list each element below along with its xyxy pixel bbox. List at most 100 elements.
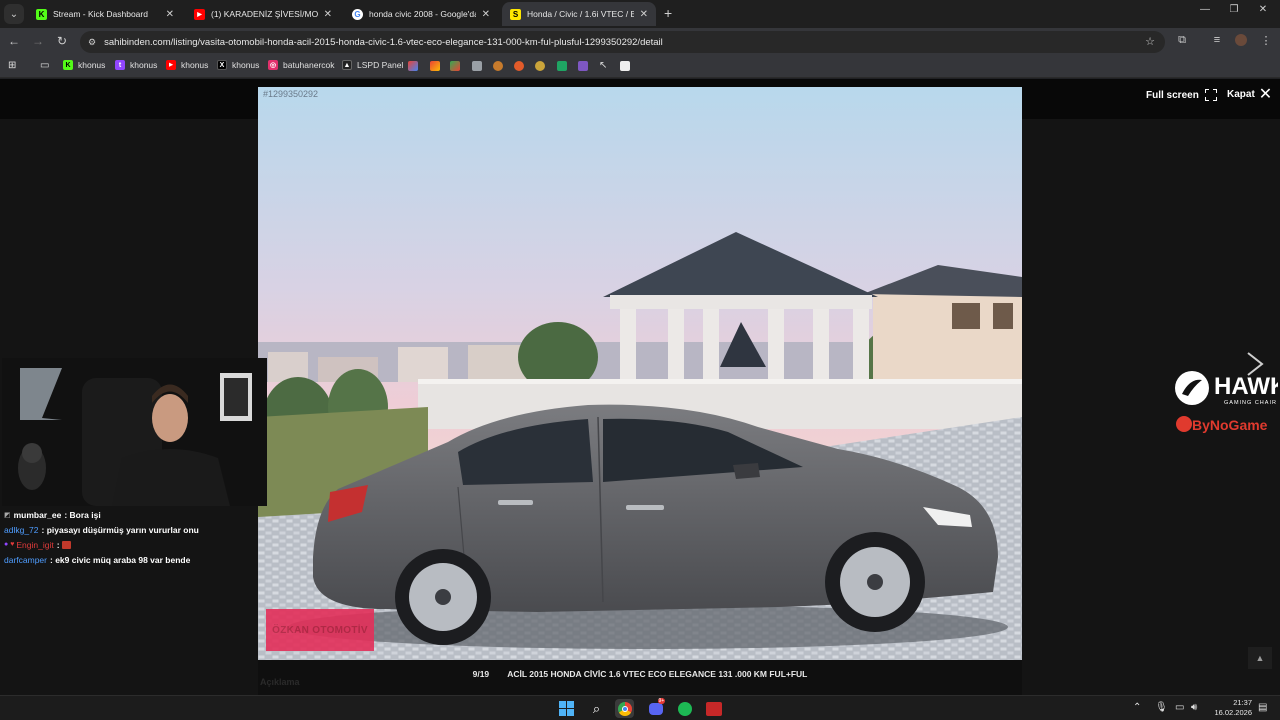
tab-title: honda civic 2008 - Google'da Ara	[369, 9, 476, 19]
tab-sahibinden[interactable]: S Honda / Civic / 1.6i VTEC / Eco ✕	[502, 2, 656, 26]
sahibinden-icon: S	[510, 8, 521, 20]
chat-username: adlkg_72	[4, 524, 39, 535]
chrome-icon[interactable]	[615, 699, 634, 718]
minimize-icon[interactable]: —	[1195, 4, 1215, 15]
close-viewer-button[interactable]: Kapat ✕	[1227, 86, 1272, 102]
photo-counter: 9/19	[472, 669, 490, 679]
bookmarks-bar: ⊞ ▭ K khonus t khonus ▶ khonus X khonus …	[0, 56, 1280, 78]
extensions-icon[interactable]: ⧉	[1174, 34, 1190, 47]
chat-username: Engin_igit	[16, 539, 54, 550]
notification-icon[interactable]: ▤	[1258, 702, 1267, 713]
fullscreen-button[interactable]: Full screen	[1146, 89, 1217, 101]
close-icon[interactable]: ✕	[324, 9, 332, 20]
chat-message: darfcamper : ek9 civic müq araba 98 var …	[4, 554, 191, 565]
subscriber-badge-icon: ●	[4, 541, 9, 548]
back-icon[interactable]: ←	[6, 34, 22, 48]
bookmark-x[interactable]: X khonus	[217, 60, 259, 70]
bookmark-lspd[interactable]: ▲ LSPD Panel	[342, 60, 403, 70]
streamer-webcam	[2, 358, 267, 506]
tab-strip: ⌄ K Stream - Kick Dashboard ✕ ▶ (1) KARA…	[0, 0, 1280, 28]
app-icon[interactable]	[704, 699, 723, 718]
tab-kick-dashboard[interactable]: K Stream - Kick Dashboard ✕	[28, 2, 182, 26]
network-icon[interactable]: ▭	[1175, 702, 1184, 713]
browser-window: ⌄ K Stream - Kick Dashboard ✕ ▶ (1) KARA…	[0, 0, 1280, 695]
forms-icon[interactable]	[578, 61, 588, 71]
google-icon: G	[352, 8, 363, 20]
discord-icon[interactable]: 9+	[646, 697, 666, 718]
gmail-icon[interactable]	[450, 61, 460, 71]
sheets-icon[interactable]	[557, 61, 567, 71]
close-icon[interactable]: ✕	[482, 9, 490, 20]
arrow-icon[interactable]: ↖	[599, 61, 609, 71]
gmail-icon[interactable]	[430, 61, 440, 71]
youtube-icon: ▶	[166, 60, 176, 70]
chat-message: ● ♥ Engin_igit :	[4, 537, 266, 552]
spotify-icon[interactable]	[675, 699, 694, 718]
page-icon[interactable]	[620, 61, 630, 71]
close-icon[interactable]: ✕	[166, 9, 174, 20]
profile-avatar[interactable]	[1233, 34, 1249, 49]
microphone-icon[interactable]: 🎙︎	[1155, 702, 1168, 713]
folder-icon[interactable]: ▭	[40, 60, 49, 71]
bookmark-instagram[interactable]: ◎ batuhanercok	[268, 60, 335, 70]
windows-start-icon[interactable]	[557, 699, 576, 718]
kick-icon: K	[36, 8, 47, 20]
fullscreen-icon	[1204, 89, 1217, 101]
bookmark-youtube[interactable]: ▶ khonus	[166, 60, 208, 70]
kick-icon: K	[63, 60, 73, 70]
dealer-stamp-text: ÖZKAN OTOMOTİV	[272, 624, 368, 636]
bookmark-label: khonus	[130, 60, 158, 70]
photo-caption-text: ACİL 2015 HONDA CİVİC 1.6 VTEC ECO ELEGA…	[507, 669, 808, 679]
new-tab-button[interactable]: +	[664, 5, 672, 21]
close-icon[interactable]: ✕	[640, 9, 648, 20]
chat-text: ek9 civic müq araba 98 var bende	[55, 554, 191, 565]
sponsor-sub: GAMING CHAIR	[1224, 400, 1277, 406]
sponsor-partner: ByNoGame	[1192, 417, 1268, 433]
heart-badge-icon: ♥	[10, 541, 15, 548]
close-window-icon[interactable]: ✕	[1253, 4, 1273, 15]
tab-google-search[interactable]: G honda civic 2008 - Google'da Ara ✕	[344, 2, 498, 26]
fullscreen-label: Full screen	[1146, 89, 1199, 101]
sponsor-brand: HAWK	[1214, 373, 1278, 400]
dealer-stamp: ÖZKAN OTOMOTİV	[266, 609, 374, 651]
volume-icon[interactable]: 🔊︎	[1191, 702, 1197, 713]
bookmark-label: khonus	[78, 60, 106, 70]
apps-icon[interactable]: ⊞	[8, 60, 16, 71]
search-icon[interactable]: ⌕	[587, 699, 606, 718]
chat-text: Bora işi	[69, 509, 101, 520]
bookmark-star-icon[interactable]: ☆	[1145, 35, 1155, 48]
scroll-top-button[interactable]: ▲	[1248, 647, 1272, 669]
bookmark-twitch[interactable]: t khonus	[115, 60, 157, 70]
badge-icon: ◩	[4, 511, 11, 519]
listing-photo[interactable]: #1299350292 ÖZKAN OTOMOTİV	[258, 87, 1022, 660]
media-control-icon[interactable]: ≡	[1209, 34, 1225, 46]
sponsor-logo: HAWK GAMING CHAIR ByNoGame	[1172, 370, 1280, 436]
chat-username: darfcamper	[4, 554, 47, 565]
tab-search-button[interactable]: ⌄	[4, 4, 24, 24]
bookmark-label: LSPD Panel	[357, 60, 404, 70]
hawk-logo-image: HAWK GAMING CHAIR ByNoGame	[1175, 371, 1280, 433]
menu-icon[interactable]: ⋮	[1258, 34, 1274, 47]
tab-youtube[interactable]: ▶ (1) KARADENİZ ŞİVESİ/MOR SİGARA ✕	[186, 2, 340, 26]
url-text: sahibinden.com/listing/vasita-otomobil-h…	[104, 36, 663, 48]
coin-icon[interactable]	[535, 61, 545, 71]
chevron-up-icon[interactable]: ⌃	[1133, 702, 1141, 713]
photo-caption: 9/19 ACİL 2015 HONDA CİVİC 1.6 VTEC ECO …	[258, 669, 1022, 679]
gmail-icon[interactable]	[408, 61, 418, 71]
twitch-icon: t	[115, 60, 125, 70]
document-icon[interactable]	[472, 61, 482, 71]
reload-icon[interactable]: ↻	[54, 34, 70, 48]
browser-toolbar: ← → ↻ ⚙ sahibinden.com/listing/vasita-ot…	[0, 28, 1280, 56]
reddit-icon[interactable]	[514, 61, 524, 71]
game-icon[interactable]	[493, 61, 503, 71]
listing-id: #1299350292	[263, 89, 319, 99]
youtube-icon: ▶	[194, 8, 205, 20]
site-info-icon[interactable]: ⚙	[88, 37, 96, 48]
system-clock[interactable]: 21:37 16.02.2026	[1206, 698, 1252, 718]
restore-icon[interactable]: ❐	[1224, 4, 1244, 15]
bookmark-kick[interactable]: K khonus	[63, 60, 105, 70]
forward-icon[interactable]: →	[30, 34, 46, 48]
address-bar[interactable]: ⚙ sahibinden.com/listing/vasita-otomobil…	[80, 31, 1165, 53]
emote-icon	[61, 540, 71, 549]
x-icon: X	[217, 60, 227, 70]
